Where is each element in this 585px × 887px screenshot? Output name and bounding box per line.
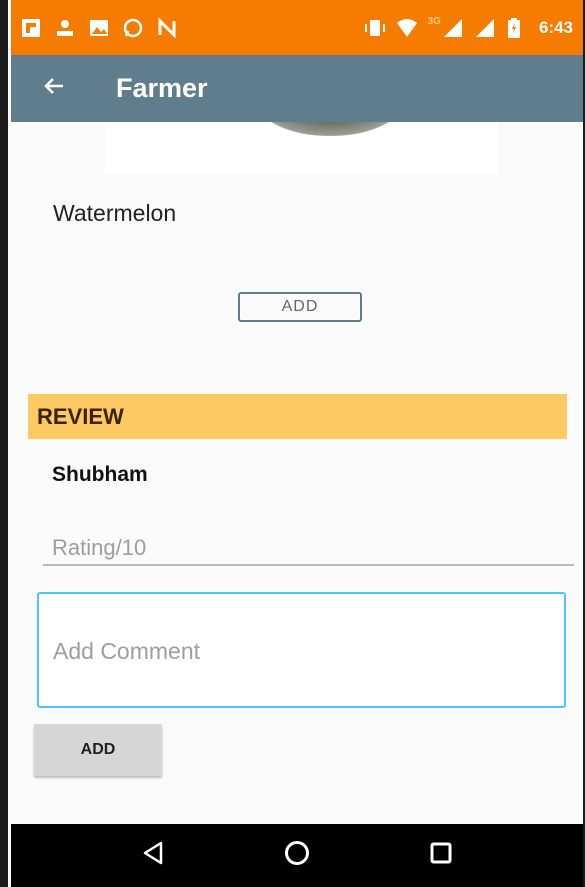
add-product-button[interactable]: ADD xyxy=(238,292,362,322)
product-image xyxy=(105,122,498,174)
navigation-bar xyxy=(11,824,583,887)
comment-input[interactable] xyxy=(37,592,566,708)
window-frame-left xyxy=(0,0,8,887)
add-review-button[interactable]: ADD xyxy=(34,724,162,776)
whatsapp-icon xyxy=(123,18,143,38)
home-circle-icon xyxy=(284,840,310,871)
status-bar: 3G 6:43 xyxy=(11,0,583,55)
wifi-icon xyxy=(396,18,417,38)
recents-square-icon xyxy=(429,841,453,870)
product-name: Watermelon xyxy=(53,200,177,226)
n-app-icon xyxy=(157,16,177,39)
reviewer-name: Shubham xyxy=(52,463,148,486)
rating-input[interactable] xyxy=(43,532,574,566)
battery-icon xyxy=(507,17,527,38)
network-type-label: 3G xyxy=(427,16,441,27)
nav-home-button[interactable] xyxy=(277,836,317,876)
watermelon-image xyxy=(255,122,405,136)
gallery-icon xyxy=(89,18,109,38)
window-frame-gap xyxy=(8,0,11,887)
signal-icon xyxy=(443,18,463,38)
nav-back-button[interactable] xyxy=(133,836,173,876)
vibrate-icon xyxy=(364,18,385,38)
review-header-label: REVIEW xyxy=(37,403,124,429)
review-section-header: REVIEW xyxy=(28,394,567,439)
back-button[interactable] xyxy=(36,71,72,107)
signal-icon xyxy=(475,18,495,38)
status-time: 6:43 xyxy=(538,17,573,37)
page-title: Farmer xyxy=(116,73,208,103)
nav-recents-button[interactable] xyxy=(421,836,461,876)
data-speed-icon xyxy=(55,18,75,38)
arrow-left-icon xyxy=(42,74,66,103)
flipboard-icon xyxy=(21,18,41,38)
app-bar: Farmer xyxy=(11,55,583,122)
back-triangle-icon xyxy=(142,841,164,870)
